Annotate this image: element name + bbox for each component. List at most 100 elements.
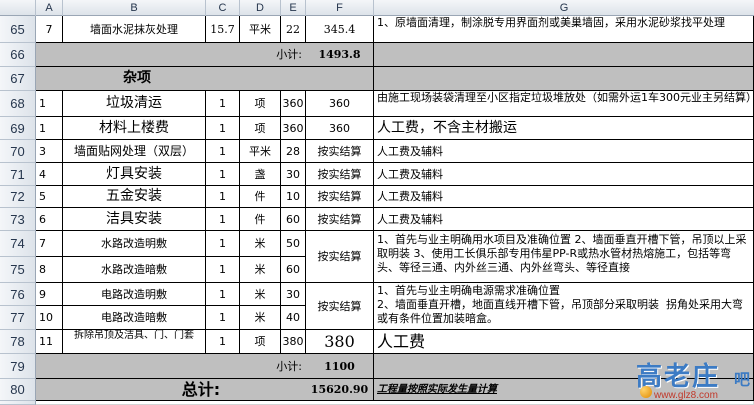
cell-e73[interactable]: 60 (281, 208, 306, 231)
select-all-corner[interactable] (0, 0, 36, 16)
column-header-b[interactable]: B (63, 0, 206, 16)
subtotal-value-2[interactable]: 1100 (306, 354, 374, 379)
cell-b68[interactable]: 垃圾清运 (63, 91, 206, 117)
cell-c65[interactable]: 15.7 (206, 16, 240, 43)
cell-b70[interactable]: 墙面贴网处理（双层） (63, 140, 206, 163)
cell-g72[interactable]: 人工费及辅料 (374, 186, 754, 208)
column-header-f[interactable]: F (306, 0, 374, 16)
row-header[interactable]: 73 (0, 208, 36, 231)
cell-a68[interactable]: 1 (36, 91, 63, 117)
cell-d68[interactable]: 项 (240, 91, 281, 117)
cell-d73[interactable]: 件 (240, 208, 281, 231)
cell-a76[interactable]: 9 (36, 283, 63, 306)
cell-e70[interactable]: 28 (281, 140, 306, 163)
cell-g78[interactable]: 人工费 (374, 330, 754, 354)
row-header[interactable]: 75 (0, 257, 36, 283)
cell-e75[interactable]: 60 (281, 257, 306, 283)
cell-c78[interactable]: 1 (206, 330, 240, 354)
cell-g68[interactable]: 由施工现场装袋清理至小区指定垃圾堆放处（如需外运1车300元业主另结算） (374, 91, 754, 117)
subtotal-value[interactable]: 1493.8 (306, 43, 374, 67)
column-header-a[interactable]: A (36, 0, 63, 16)
cell-b74[interactable]: 水路改造明敷 (63, 231, 206, 257)
cell-e65[interactable]: 22 (281, 16, 306, 43)
cell-a70[interactable]: 3 (36, 140, 63, 163)
cell-b71[interactable]: 灯具安装 (63, 163, 206, 186)
row-header[interactable]: 77 (0, 306, 36, 330)
cell-e77[interactable]: 40 (281, 306, 306, 330)
cell-b65[interactable]: 墙面水泥抹灰处理 (63, 16, 206, 43)
cell-a75[interactable]: 8 (36, 257, 63, 283)
cell-a78[interactable]: 11 (36, 330, 63, 354)
row-header[interactable]: 67 (0, 67, 36, 91)
cell-a72[interactable]: 5 (36, 186, 63, 208)
cell-c77[interactable]: 1 (206, 306, 240, 330)
cell-f76-merged[interactable]: 按实结算 (306, 283, 374, 330)
column-header-e[interactable]: E (281, 0, 306, 16)
cell-b73[interactable]: 洁具安装 (63, 208, 206, 231)
cell-a73[interactable]: 6 (36, 208, 63, 231)
row-header[interactable]: 70 (0, 140, 36, 163)
grand-total-value[interactable]: 15620.90 (306, 379, 374, 401)
cell-f71[interactable]: 按实结算 (306, 163, 374, 186)
cell-f73[interactable]: 按实结算 (306, 208, 374, 231)
cell-a77[interactable]: 10 (36, 306, 63, 330)
cell-f78[interactable]: 380 (306, 330, 374, 354)
cell-e76[interactable]: 30 (281, 283, 306, 306)
cell-e78[interactable]: 380 (281, 330, 306, 354)
cell-d72[interactable]: 件 (240, 186, 281, 208)
row-header[interactable] (0, 401, 36, 405)
row-header[interactable]: 71 (0, 163, 36, 186)
cell-b77[interactable]: 电路改造暗敷 (63, 306, 206, 330)
cell-d69[interactable]: 项 (240, 117, 281, 140)
cell-c72[interactable]: 1 (206, 186, 240, 208)
cell-c73[interactable]: 1 (206, 208, 240, 231)
cell-b76[interactable]: 电路改造明敷 (63, 283, 206, 306)
cell-c69[interactable]: 1 (206, 117, 240, 140)
row-header[interactable]: 72 (0, 186, 36, 208)
row-header[interactable]: 79 (0, 354, 36, 379)
cell-c75[interactable]: 1 (206, 257, 240, 283)
cell-d74[interactable]: 米 (240, 231, 281, 257)
cell-f74-merged[interactable]: 按实结算 (306, 231, 374, 283)
row-header[interactable]: 78 (0, 330, 36, 354)
cell-f72[interactable]: 按实结算 (306, 186, 374, 208)
row-header[interactable]: 66 (0, 43, 36, 67)
cell-b69[interactable]: 材料上楼费 (63, 117, 206, 140)
cell-d70[interactable]: 平米 (240, 140, 281, 163)
row-header[interactable]: 76 (0, 283, 36, 306)
cell-a65[interactable]: 7 (36, 16, 63, 43)
cell-d75[interactable]: 米 (240, 257, 281, 283)
cell-c76[interactable]: 1 (206, 283, 240, 306)
cell-e68[interactable]: 360 (281, 91, 306, 117)
row-header[interactable]: 69 (0, 117, 36, 140)
column-header-c[interactable]: C (206, 0, 240, 16)
cell-c68[interactable]: 1 (206, 91, 240, 117)
cell-e72[interactable]: 10 (281, 186, 306, 208)
cell-f69[interactable]: 360 (306, 117, 374, 140)
cell-c70[interactable]: 1 (206, 140, 240, 163)
cell-a69[interactable]: 1 (36, 117, 63, 140)
cell-g65[interactable]: 1、原墙面清理，制涂脱专用界面剂或美巢墙固，采用水泥砂浆找平处理 (374, 16, 754, 43)
column-header-g[interactable]: G (374, 0, 754, 16)
cell-d76[interactable]: 米 (240, 283, 281, 306)
cell-g76-merged[interactable]: 1、首先与业主明确电源需求准确位置 2、墙面垂直开槽，地面直线开槽下管，吊顶部分… (374, 283, 754, 330)
row-header[interactable]: 68 (0, 91, 36, 117)
row-header[interactable]: 65 (0, 16, 36, 43)
cell-g71[interactable]: 人工费及辅料 (374, 163, 754, 186)
cell-g73[interactable]: 人工费及辅料 (374, 208, 754, 231)
cell-g66[interactable] (374, 43, 754, 67)
cell-e69[interactable]: 360 (281, 117, 306, 140)
cell-d77[interactable]: 米 (240, 306, 281, 330)
cell-a71[interactable]: 4 (36, 163, 63, 186)
cell-g70[interactable]: 人工费及辅料 (374, 140, 754, 163)
cell-c74[interactable]: 1 (206, 231, 240, 257)
cell-e74[interactable]: 50 (281, 231, 306, 257)
cell-g74-merged[interactable]: 1、首先与业主明确用水项目及准确位置 2、墙面垂直开槽下管，吊顶以上采取明装 3… (374, 231, 754, 283)
cell-g67[interactable] (374, 67, 754, 91)
cell-f65[interactable]: 345.4 (306, 16, 374, 43)
cell-d78[interactable]: 项 (240, 330, 281, 354)
cell-b72[interactable]: 五金安装 (63, 186, 206, 208)
cell-d71[interactable]: 盏 (240, 163, 281, 186)
cell-g69[interactable]: 人工费，不含主材搬运 (374, 117, 754, 140)
cell-a74[interactable]: 7 (36, 231, 63, 257)
